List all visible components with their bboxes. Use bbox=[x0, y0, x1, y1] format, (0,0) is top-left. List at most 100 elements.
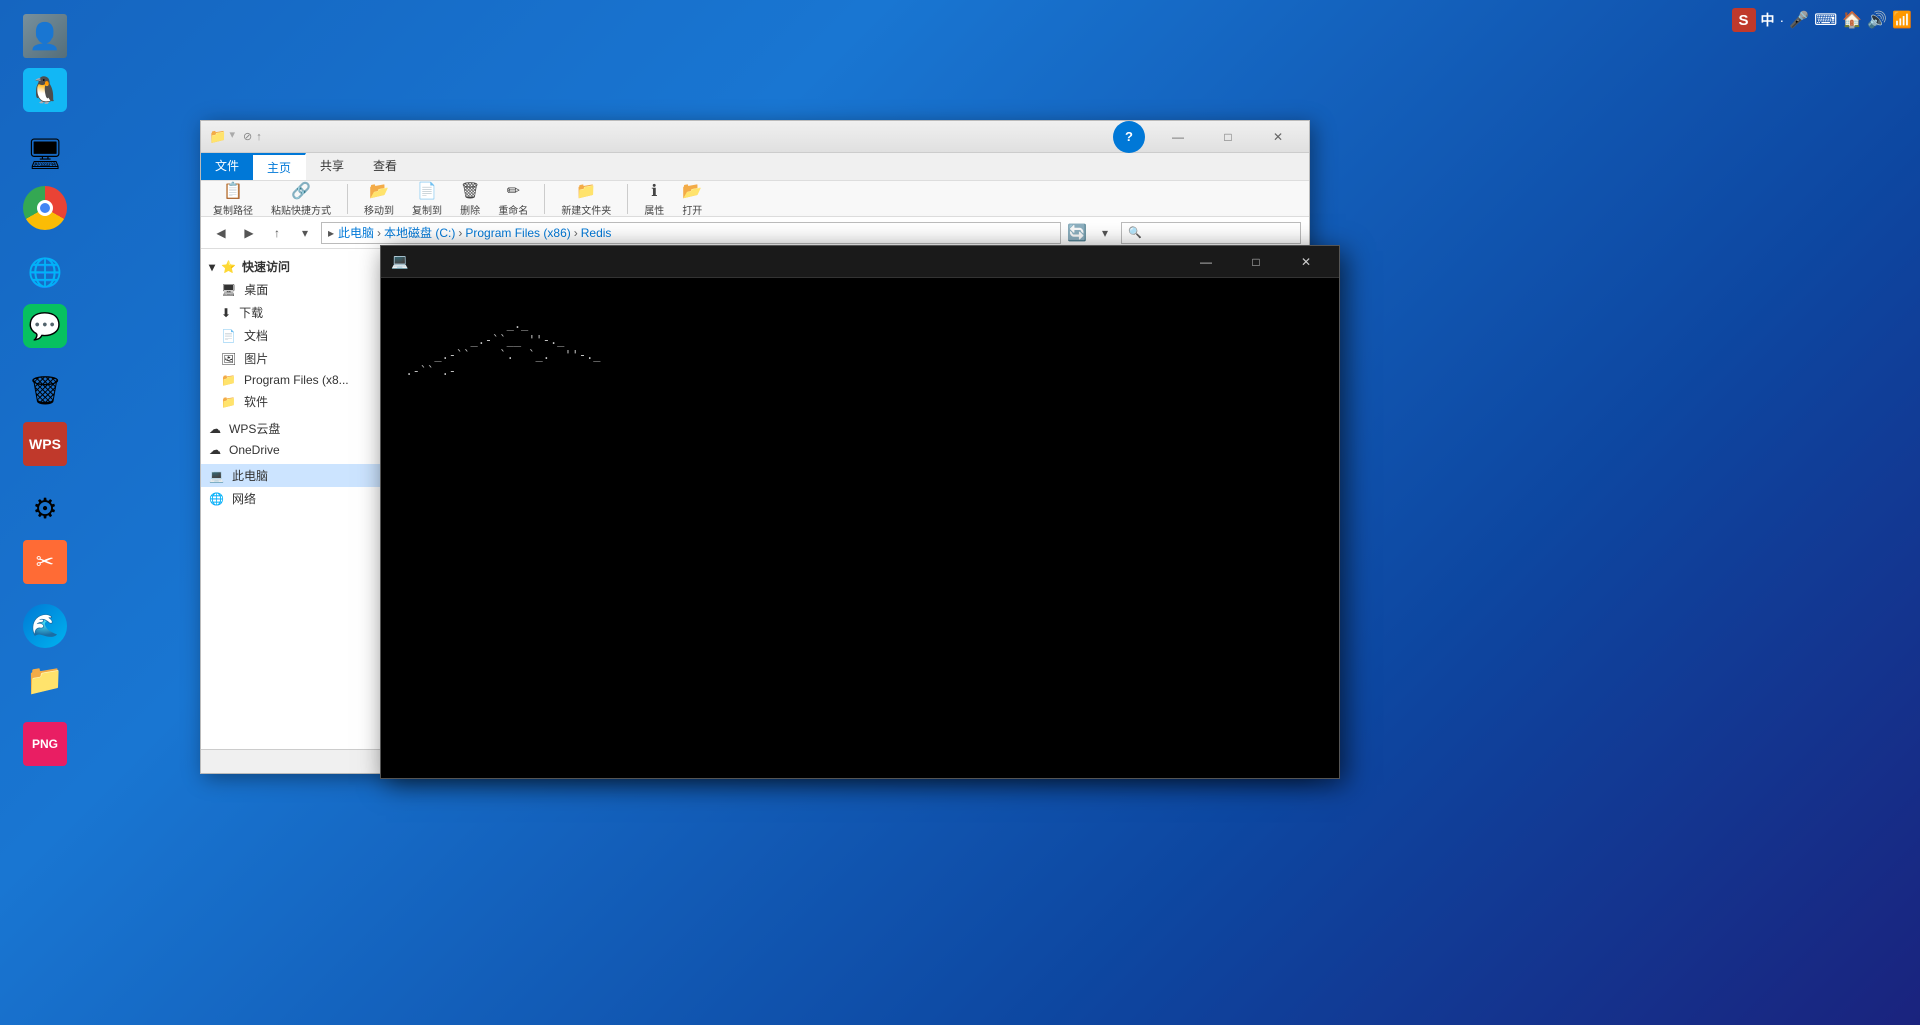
close-button[interactable]: ✕ bbox=[1255, 121, 1301, 153]
address-path-display[interactable]: ▸ 此电脑 › 本地磁盘 (C:) › Program Files (x86) … bbox=[321, 222, 1061, 244]
desktop-icon-software[interactable]: 📁 bbox=[5, 654, 85, 706]
nav-forward-btn[interactable]: ▶ bbox=[237, 221, 261, 245]
ribbon-tabs: 文件 主页 共享 查看 bbox=[201, 153, 1309, 181]
administrator-icon: 👤 bbox=[23, 14, 67, 58]
path-computer[interactable]: 此电脑 bbox=[338, 224, 374, 241]
tray-volume-icon[interactable]: 🔊 bbox=[1867, 10, 1887, 30]
tab-file[interactable]: 文件 bbox=[201, 153, 253, 180]
sidebar-item-software[interactable]: 📁软件 bbox=[201, 390, 385, 413]
sidebar-item-this-pc[interactable]: 💻此电脑 bbox=[201, 464, 385, 487]
tab-view[interactable]: 查看 bbox=[359, 153, 412, 180]
desktop-icon-png[interactable]: PNG bbox=[5, 718, 85, 770]
sidebar-item-documents[interactable]: 📄文档 bbox=[201, 324, 385, 347]
sidebar-item-network[interactable]: 🌐网络 bbox=[201, 487, 385, 510]
delete-btn[interactable]: 🗑 删除 bbox=[454, 179, 486, 219]
copy-to-btn[interactable]: 📄 复制到 bbox=[406, 179, 448, 219]
redis-ascii-art: _._ _.-``__ ''-._ _.-`` `. `_. ''-._ .-`… bbox=[391, 317, 601, 379]
wps-cloud-icon: ☁ bbox=[209, 422, 221, 436]
dropdown-btn[interactable]: ▾ bbox=[1093, 221, 1117, 245]
search-box[interactable]: 🔍 bbox=[1121, 222, 1301, 244]
computer-icon: 🖥 bbox=[23, 132, 67, 176]
control-icon: ⚙ bbox=[23, 486, 67, 530]
paste-shortcut-btn[interactable]: 🔗 粘贴快捷方式 bbox=[265, 179, 337, 219]
sidebar-item-program-files[interactable]: 📁Program Files (x8... bbox=[201, 370, 385, 390]
desktop-icon-edge[interactable]: 🌊 bbox=[5, 600, 85, 652]
png-icon: PNG bbox=[23, 722, 67, 766]
cmd-line-blank bbox=[391, 286, 1319, 307]
tray-mic-icon[interactable]: 🎤 bbox=[1789, 10, 1809, 30]
program-files-sidebar-icon: 📁 bbox=[221, 373, 236, 387]
tray-s-icon[interactable]: S bbox=[1732, 8, 1756, 32]
edge-icon: 🌊 bbox=[23, 604, 67, 648]
sidebar-cloud-section: ☁WPS云盘 ☁OneDrive bbox=[201, 417, 385, 460]
software-folder-icon: 📁 bbox=[23, 658, 67, 702]
desktop-icon-computer[interactable]: 🖥 bbox=[5, 128, 85, 180]
window-controls: ? — □ ✕ bbox=[1113, 121, 1301, 153]
tray-home-icon[interactable]: 🏠 bbox=[1842, 10, 1862, 30]
cmd-controls: — □ ✕ bbox=[1183, 246, 1329, 278]
desktop-icon-network[interactable]: 🌐 bbox=[5, 246, 85, 298]
tray-dot: · bbox=[1780, 12, 1785, 28]
file-explorer-titlebar: 📁 ▾ ⊘ ↑ ? — □ ✕ bbox=[201, 121, 1309, 153]
tray-input-method[interactable]: 中 bbox=[1761, 10, 1775, 30]
nav-back-btn[interactable]: ◀ bbox=[209, 221, 233, 245]
nav-up-btn[interactable]: ↑ bbox=[265, 221, 289, 245]
help-button[interactable]: ? bbox=[1113, 121, 1145, 153]
minimize-button[interactable]: — bbox=[1155, 121, 1201, 153]
network-sidebar-icon: 🌐 bbox=[209, 492, 224, 506]
path-redis[interactable]: Redis bbox=[581, 226, 612, 240]
software-sidebar-icon: 📁 bbox=[221, 395, 236, 409]
copy-path-btn[interactable]: 📋 复制路径 bbox=[207, 179, 259, 219]
chrome-icon bbox=[23, 186, 67, 230]
path-sep1: › bbox=[377, 226, 381, 240]
desktop-sidebar-icon: 🖥 bbox=[221, 283, 236, 297]
wps-icon: WPS bbox=[23, 422, 67, 466]
sidebar: ▾⭐快速访问 🖥桌面 ⬇下载 📄文档 🖼图片 📁Pr bbox=[201, 249, 386, 749]
desktop-icon-recycle[interactable]: 🗑 bbox=[5, 364, 85, 416]
desktop: 👤 🐧 🖥 🌐 💬 bbox=[0, 0, 1920, 1025]
path-arrow: ▸ bbox=[328, 226, 334, 240]
cmd-maximize-btn[interactable]: □ bbox=[1233, 246, 1279, 278]
desktop-icon-wps[interactable]: WPS bbox=[5, 418, 85, 470]
sidebar-item-desktop[interactable]: 🖥桌面 bbox=[201, 278, 385, 301]
sidebar-item-onedrive[interactable]: ☁OneDrive bbox=[201, 440, 385, 460]
properties-btn[interactable]: ℹ 属性 bbox=[638, 179, 670, 219]
titlebar-icons-row: ⊘ ↑ bbox=[243, 130, 262, 143]
open-btn[interactable]: 📂 打开 bbox=[676, 179, 708, 219]
tab-share[interactable]: 共享 bbox=[306, 153, 359, 180]
move-to-btn[interactable]: 📂 移动到 bbox=[358, 179, 400, 219]
sidebar-quick-access: ▾⭐快速访问 🖥桌面 ⬇下载 📄文档 🖼图片 📁Pr bbox=[201, 255, 385, 413]
path-sep2: › bbox=[458, 226, 462, 240]
desktop-icons-col1: 👤 🐧 🖥 🌐 💬 bbox=[5, 10, 85, 770]
sidebar-item-wps-cloud[interactable]: ☁WPS云盘 bbox=[201, 417, 385, 440]
pictures-sidebar-icon: 🖼 bbox=[221, 352, 236, 366]
this-pc-sidebar-icon: 💻 bbox=[209, 469, 224, 483]
desktop-icon-administrator[interactable]: 👤 bbox=[5, 10, 85, 62]
sidebar-item-downloads[interactable]: ⬇下载 bbox=[201, 301, 385, 324]
path-program-files[interactable]: Program Files (x86) bbox=[465, 226, 570, 240]
desktop-icon-chrome[interactable] bbox=[5, 182, 85, 234]
tray-network-status-icon[interactable]: 📶 bbox=[1892, 10, 1912, 30]
new-folder-btn[interactable]: 📁 新建文件夹 bbox=[555, 179, 617, 219]
qq-icon: 🐧 bbox=[23, 68, 67, 112]
sidebar-this-pc-section: 💻此电脑 🌐网络 bbox=[201, 464, 385, 510]
desktop-icon-screenshot[interactable]: ✂ bbox=[5, 536, 85, 588]
path-drive[interactable]: 本地磁盘 (C:) bbox=[384, 224, 455, 241]
maximize-button[interactable]: □ bbox=[1205, 121, 1251, 153]
sidebar-item-pictures[interactable]: 🖼图片 bbox=[201, 347, 385, 370]
refresh-btn[interactable]: 🔄 bbox=[1065, 221, 1089, 245]
desktop-icon-control[interactable]: ⚙ bbox=[5, 482, 85, 534]
rename-btn[interactable]: ✏ 重命名 bbox=[492, 179, 534, 219]
quick-access-icon: 📁 ▾ bbox=[209, 128, 235, 145]
cmd-minimize-btn[interactable]: — bbox=[1183, 246, 1229, 278]
tray-keyboard-icon[interactable]: ⌨ bbox=[1814, 10, 1837, 30]
cmd-app-icon: 💻 bbox=[391, 253, 408, 270]
downloads-sidebar-icon: ⬇ bbox=[221, 306, 231, 320]
cmd-close-btn[interactable]: ✕ bbox=[1283, 246, 1329, 278]
desktop-icon-qq[interactable]: 🐧 bbox=[5, 64, 85, 116]
cmd-titlebar-left: 💻 bbox=[391, 253, 416, 270]
desktop-icon-weixin[interactable]: 💬 bbox=[5, 300, 85, 352]
nav-recent-btn[interactable]: ▾ bbox=[293, 221, 317, 245]
sidebar-quick-access-header[interactable]: ▾⭐快速访问 bbox=[201, 255, 385, 278]
tab-home[interactable]: 主页 bbox=[253, 153, 306, 180]
